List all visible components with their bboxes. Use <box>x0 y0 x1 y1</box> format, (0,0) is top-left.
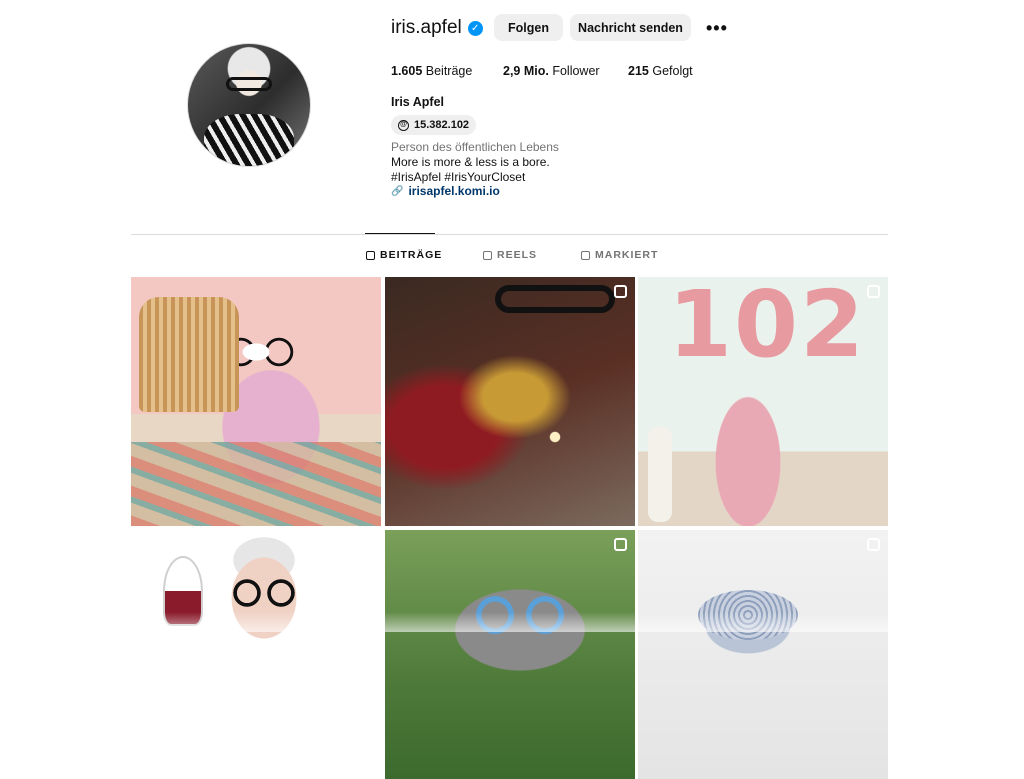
tabs-divider <box>131 234 888 235</box>
post-tile[interactable] <box>385 277 635 526</box>
threads-badge[interactable]: @ 15.382.102 <box>391 115 477 135</box>
following-count[interactable]: 215 Gefolgt <box>628 64 693 78</box>
posts-count-value: 1.605 <box>391 64 423 78</box>
send-message-button[interactable]: Nachricht senden <box>570 14 691 41</box>
threads-count: 15.382.102 <box>414 119 470 131</box>
avatar-glasses <box>226 77 272 91</box>
tab-reels[interactable]: REELS <box>483 249 537 261</box>
follow-button[interactable]: Folgen <box>494 14 563 41</box>
profile-category: Person des öffentlichen Lebens <box>391 140 559 154</box>
bottom-fade <box>0 612 1024 632</box>
reels-icon <box>867 285 880 298</box>
post-tile[interactable] <box>385 530 635 779</box>
profile-link-text: irisapfel.komi.io <box>408 184 500 198</box>
more-options-icon[interactable]: ••• <box>706 18 728 39</box>
bio-hashtags[interactable]: #IrisApfel #IrisYourCloset <box>391 170 525 184</box>
posts-count-label: Beiträge <box>425 64 473 78</box>
profile-full-name: Iris Apfel <box>391 95 445 109</box>
verified-badge-icon: ✓ <box>467 20 483 36</box>
post-tile[interactable] <box>131 277 381 526</box>
profile-link[interactable]: 🔗 irisapfel.komi.io <box>391 184 500 198</box>
tab-reels-label: REELS <box>497 249 538 261</box>
profile-avatar[interactable] <box>187 43 311 167</box>
reels-icon <box>614 285 627 298</box>
reels-icon <box>867 538 880 551</box>
carousel-icon <box>614 538 627 551</box>
link-icon: 🔗 <box>391 185 404 197</box>
threads-icon: @ <box>398 119 409 131</box>
profile-username: iris.apfel <box>391 17 462 38</box>
following-count-label: Gefolgt <box>652 64 693 78</box>
post-tile[interactable] <box>638 530 888 779</box>
active-tab-indicator <box>365 233 435 234</box>
posts-count: 1.605 Beiträge <box>391 64 472 78</box>
bio-line: More is more & less is a bore. <box>391 155 550 169</box>
tab-tagged-label: MARKIERT <box>595 249 659 261</box>
followers-count-value: 2,9 Mio. <box>503 64 549 78</box>
grid-icon <box>366 250 375 260</box>
tab-posts[interactable]: BEITRÄGE <box>366 249 442 261</box>
following-count-value: 215 <box>628 64 649 78</box>
tagged-icon <box>581 250 590 260</box>
avatar-collar <box>204 114 294 166</box>
username-row: iris.apfel ✓ <box>391 14 483 42</box>
followers-count-label: Follower <box>552 64 600 78</box>
tab-tagged[interactable]: MARKIERT <box>581 249 658 261</box>
post-tile[interactable] <box>638 277 888 526</box>
followers-count[interactable]: 2,9 Mio. Follower <box>503 64 600 78</box>
post-tile[interactable] <box>131 530 381 779</box>
tab-posts-label: BEITRÄGE <box>380 249 443 261</box>
reels-icon <box>483 250 492 260</box>
